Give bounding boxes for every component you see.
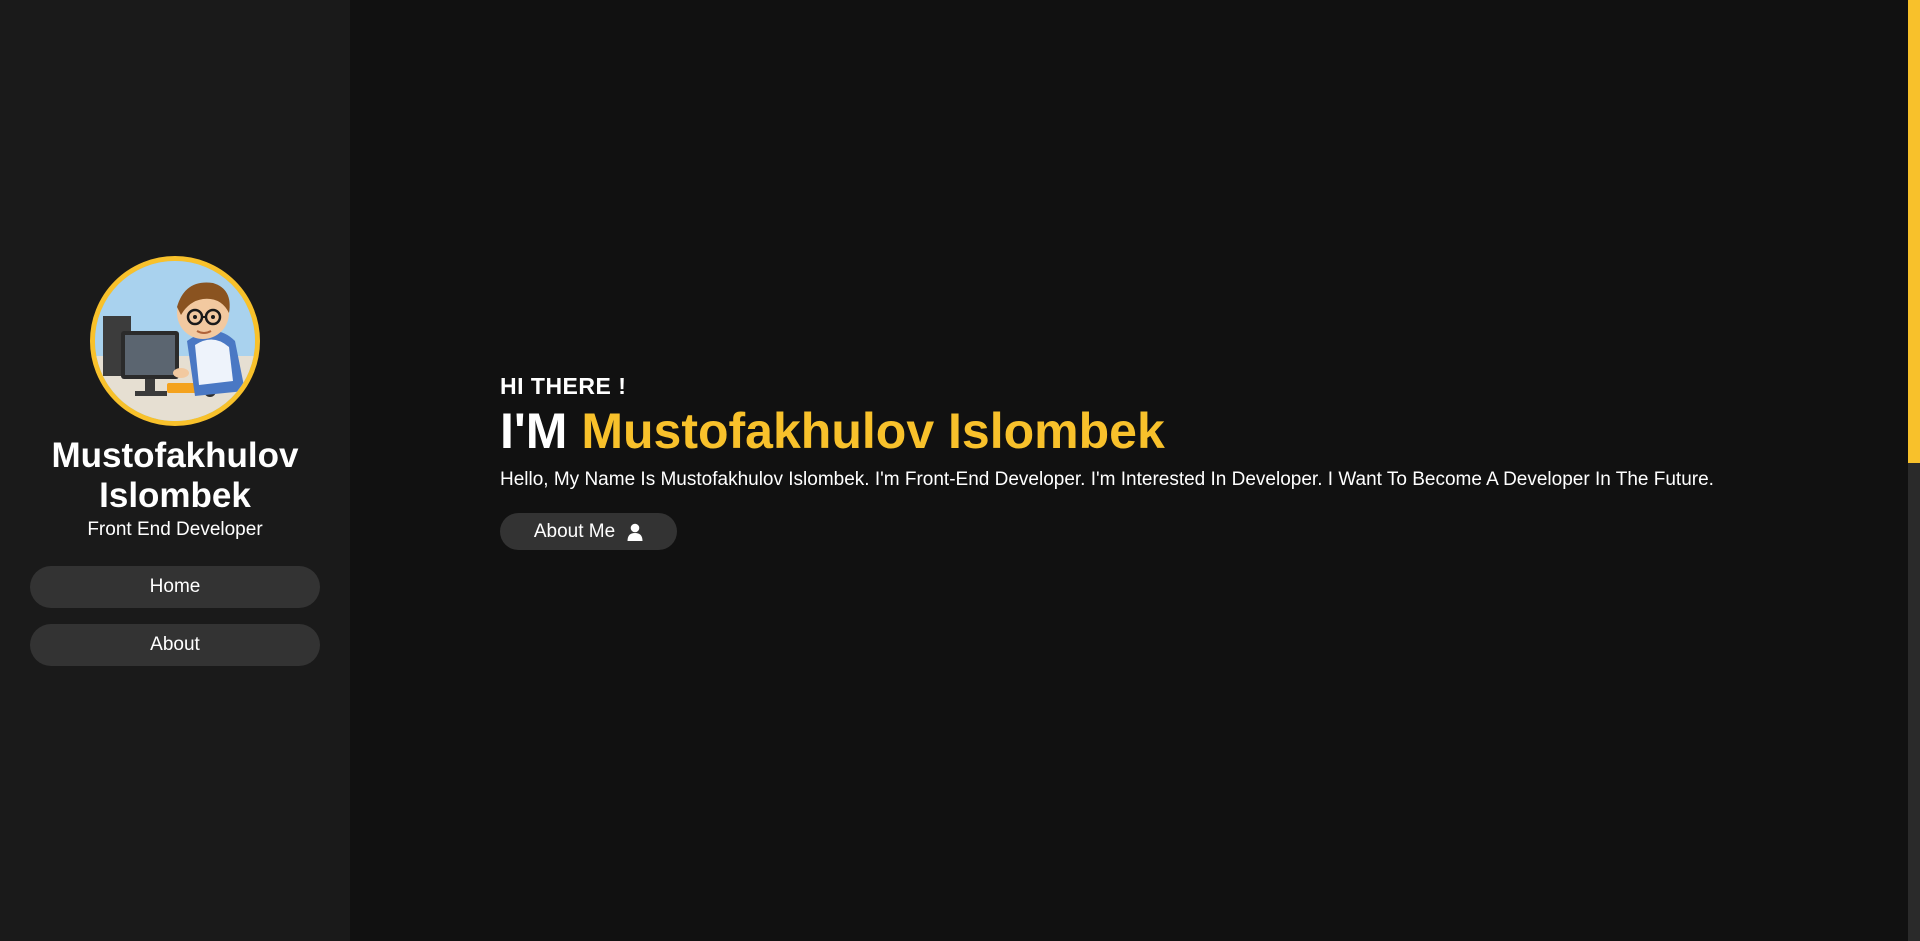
hero-greeting: HI THERE ! xyxy=(500,373,627,399)
hero-intro: Hello, My Name Is Mustofakhulov Islombek… xyxy=(500,469,1714,490)
hero-headline: I'M Mustofakhulov Islombek xyxy=(500,402,1740,460)
developer-illustration xyxy=(95,261,255,421)
about-me-button[interactable]: About Me xyxy=(500,513,677,550)
profile-avatar xyxy=(90,256,260,426)
scrollbar-thumb[interactable] xyxy=(1908,0,1920,463)
profile-role: Front End Developer xyxy=(87,519,263,540)
user-icon xyxy=(627,523,643,541)
headline-name: Mustofakhulov Islombek xyxy=(581,403,1165,459)
profile-name: Mustofakhulov Islombek xyxy=(51,436,299,515)
headline-prefix: I'M xyxy=(500,403,568,459)
nav-home-button[interactable]: Home xyxy=(30,566,320,608)
sidebar: Mustofakhulov Islombek Front End Develop… xyxy=(0,0,350,941)
hero-section: HI THERE ! I'M Mustofakhulov Islombek He… xyxy=(500,373,1740,550)
sidebar-nav: Home About xyxy=(30,566,320,666)
about-me-label: About Me xyxy=(533,520,616,542)
page-scrollbar[interactable] xyxy=(1908,0,1920,941)
portfolio-page: Mustofakhulov Islombek Front End Develop… xyxy=(0,0,1920,941)
nav-about-button[interactable]: About xyxy=(30,624,320,666)
